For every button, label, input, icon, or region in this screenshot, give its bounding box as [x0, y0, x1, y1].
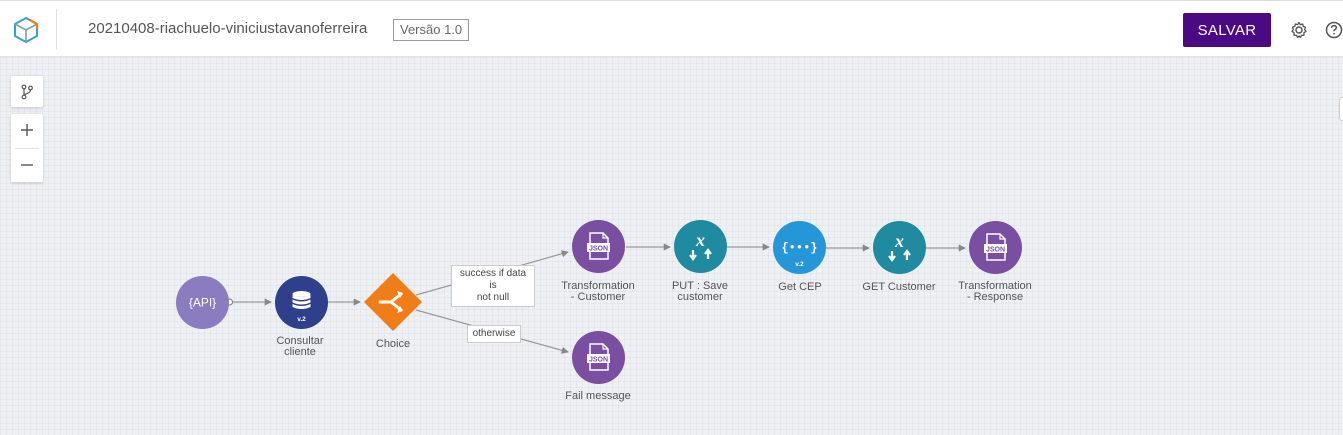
branch-tool[interactable]	[11, 76, 43, 107]
database-icon: v.2	[292, 291, 311, 323]
mapper-icon: x	[689, 230, 712, 261]
zoom-controls	[11, 114, 43, 182]
transformation-response-label: Transformation - Response	[958, 280, 1032, 303]
edge-label-success[interactable]: success if data is not null	[451, 265, 535, 307]
choice-label: Choice	[375, 338, 411, 350]
fail-message-node[interactable]: JSON	[572, 331, 625, 384]
get-customer-label: GET Customer	[862, 281, 936, 293]
svg-text:JSON: JSON	[986, 246, 1005, 253]
fail-message-label: Fail message	[565, 390, 631, 402]
get-cep-node[interactable]: {•••} v.2	[773, 221, 826, 274]
edge-label-otherwise[interactable]: otherwise	[467, 325, 521, 343]
get-customer-node[interactable]: x	[873, 221, 926, 274]
plus-icon	[21, 124, 33, 136]
consultar-cliente-node[interactable]: v.2	[275, 276, 328, 329]
minus-icon	[21, 164, 33, 166]
branch-icon	[21, 84, 33, 100]
svg-text:v.2: v.2	[795, 261, 804, 268]
choice-node[interactable]	[364, 273, 424, 333]
mapper-icon: x	[888, 231, 911, 262]
api-icon: {API}	[189, 296, 216, 310]
rest-icon: {•••} v.2	[781, 241, 817, 268]
transformation-customer-node[interactable]: JSON	[572, 220, 625, 273]
svg-text:x: x	[894, 231, 904, 251]
transformation-response-node[interactable]: JSON	[969, 221, 1022, 274]
svg-text:{API}: {API}	[189, 296, 216, 310]
svg-text:JSON: JSON	[589, 245, 608, 252]
put-save-customer-node[interactable]: x	[674, 220, 727, 273]
branch-button[interactable]	[11, 76, 43, 108]
get-cep-label: Get CEP	[778, 281, 822, 293]
svg-text:{•••}: {•••}	[781, 241, 817, 255]
zoom-out-button[interactable]	[11, 149, 43, 181]
api-node[interactable]: {API}	[176, 276, 229, 329]
transformation-customer-label: Transformation - Customer	[561, 280, 635, 303]
svg-text:v.2: v.2	[297, 316, 306, 323]
zoom-in-button[interactable]	[11, 114, 43, 146]
json-icon: JSON	[587, 232, 610, 260]
put-save-customer-label: PUT : Save customer	[671, 280, 729, 303]
side-panel-handle[interactable]	[1339, 97, 1343, 121]
svg-text:x: x	[695, 230, 705, 250]
flow-connectors	[225, 243, 966, 354]
json-icon: JSON	[984, 233, 1007, 261]
json-icon: JSON	[587, 343, 610, 371]
svg-text:JSON: JSON	[589, 356, 608, 363]
